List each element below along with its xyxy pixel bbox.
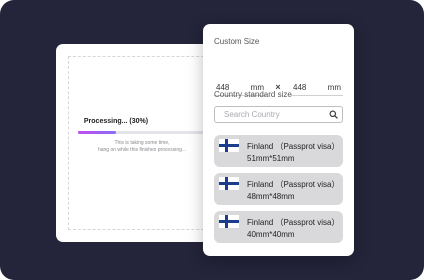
option-country-name: Finland （Passprot visa） [247, 218, 340, 227]
progress-bar [78, 131, 206, 134]
finland-flag-icon [219, 177, 239, 190]
country-option-1[interactable]: Finland （Passprot visa） 51mm*51mm [214, 135, 343, 167]
progress-bar-fill [78, 131, 117, 134]
option-size: 51mm*51mm [247, 154, 295, 163]
search-placeholder: Search Country [224, 110, 280, 119]
height-input[interactable]: 448 mm [291, 80, 343, 96]
option-size: 40mm*40mm [247, 230, 295, 239]
processing-title: Processing... (30%) [83, 118, 149, 125]
country-search-input[interactable]: Search Country [214, 106, 343, 123]
option-size: 48mm*48mm [247, 192, 295, 201]
finland-flag-icon [219, 215, 239, 228]
finland-flag-icon [219, 139, 239, 152]
country-standard-label: Country standard size [214, 90, 292, 99]
country-option-3[interactable]: Finland （Passprot visa） 40mm*40mm [214, 211, 343, 243]
processing-message-line1: This is taking some time, [114, 140, 170, 146]
processing-message-line2: hang on while this finishes processing..… [97, 147, 187, 153]
size-settings-panel: Custom Size 448 mm × 448 mm Country stan… [203, 24, 354, 256]
option-country-name: Finland （Passprot visa） [247, 142, 340, 151]
search-icon[interactable] [329, 110, 338, 119]
app-background: Processing... (30%) This is taking some … [0, 0, 424, 280]
custom-size-label: Custom Size [214, 37, 260, 46]
option-country-name: Finland （Passprot visa） [247, 180, 340, 189]
processing-message: This is taking some time, hang on while … [70, 140, 214, 154]
height-unit: mm [327, 83, 341, 92]
country-option-2[interactable]: Finland （Passprot visa） 48mm*48mm [214, 173, 343, 205]
height-value: 448 [293, 83, 307, 92]
